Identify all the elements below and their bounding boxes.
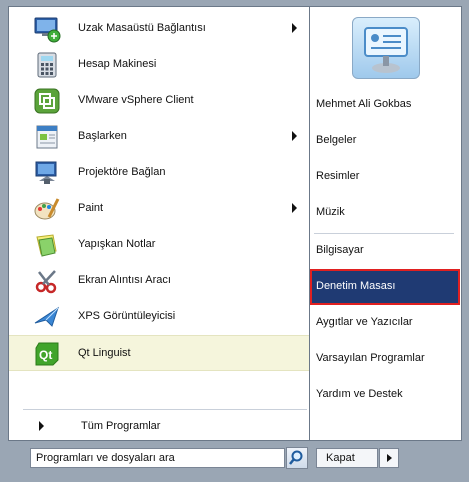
search-input[interactable]	[30, 448, 285, 468]
program-label: Ekran Alıntısı Aracı	[78, 274, 171, 286]
place-item-documents[interactable]: Belgeler	[310, 123, 460, 159]
places-pane: Mehmet Ali Gokbas Belgeler Resimler Müzi…	[310, 6, 462, 441]
program-label: Paint	[78, 202, 104, 214]
shutdown-options-arrow-icon[interactable]	[379, 448, 399, 468]
place-item-default-programs[interactable]: Varsayılan Programlar	[310, 341, 460, 377]
vmware-icon	[34, 88, 60, 114]
remote-desktop-icon	[34, 17, 61, 43]
submenu-arrow-icon	[292, 23, 297, 33]
all-programs-label: Tüm Programlar	[81, 420, 161, 432]
place-label: Resimler	[316, 170, 360, 182]
place-item-user[interactable]: Mehmet Ali Gokbas	[310, 87, 460, 123]
place-item-pictures[interactable]: Resimler	[310, 159, 460, 195]
program-label: Başlarken	[78, 130, 127, 142]
program-item-getting-started[interactable]: Başlarken	[9, 119, 309, 155]
program-label: Uzak Masaüstü Bağlantısı	[78, 22, 206, 34]
programs-pane: Uzak Masaüstü Bağlantısı Hesap Makinesi …	[8, 6, 310, 441]
xps-viewer-icon	[34, 306, 59, 327]
program-label: Hesap Makinesi	[78, 58, 157, 70]
programs-separator	[23, 409, 307, 410]
snipping-tool-icon	[35, 270, 57, 294]
paint-icon	[34, 198, 60, 220]
place-item-control-panel[interactable]: Denetim Masası	[310, 269, 460, 305]
place-item-help-support[interactable]: Yardım ve Destek	[310, 377, 460, 413]
program-label: Yapışkan Notlar	[78, 238, 156, 250]
search-button[interactable]	[286, 447, 308, 469]
program-label: Qt Linguist	[78, 347, 131, 359]
program-item-calculator[interactable]: Hesap Makinesi	[9, 47, 309, 83]
program-item-remote-desktop[interactable]: Uzak Masaüstü Bağlantısı	[9, 11, 309, 47]
program-item-xps-viewer[interactable]: XPS Görüntüleyicisi	[9, 299, 309, 335]
place-label: Aygıtlar ve Yazıcılar	[316, 316, 413, 328]
place-label: Mehmet Ali Gokbas	[316, 98, 412, 110]
place-label: Belgeler	[316, 134, 357, 146]
program-item-qt-linguist[interactable]: Qt Qt Linguist	[9, 335, 309, 371]
place-label: Denetim Masası	[316, 280, 396, 292]
place-item-music[interactable]: Müzik	[310, 195, 460, 231]
projector-icon	[35, 161, 57, 184]
program-item-snipping-tool[interactable]: Ekran Alıntısı Aracı	[9, 263, 309, 299]
all-programs-arrow-icon	[39, 421, 44, 431]
place-label: Yardım ve Destek	[316, 388, 403, 400]
place-item-computer[interactable]: Bilgisayar	[310, 233, 460, 269]
qt-linguist-icon: Qt	[35, 342, 59, 366]
program-item-projector[interactable]: Projektöre Bağlan	[9, 155, 309, 191]
sticky-notes-icon	[36, 234, 57, 257]
control-panel-icon	[364, 27, 408, 73]
place-label: Varsayılan Programlar	[316, 352, 425, 364]
user-picture[interactable]	[352, 17, 420, 79]
calculator-icon	[37, 52, 57, 78]
place-label: Bilgisayar	[316, 244, 364, 256]
search-row	[8, 444, 310, 474]
program-label: XPS Görüntüleyicisi	[78, 310, 176, 322]
place-item-devices-printers[interactable]: Aygıtlar ve Yazıcılar	[310, 305, 460, 341]
search-icon	[289, 450, 303, 465]
start-menu: Uzak Masaüstü Bağlantısı Hesap Makinesi …	[0, 0, 469, 482]
svg-text:Qt: Qt	[39, 348, 52, 362]
program-item-vmware[interactable]: VMware vSphere Client	[9, 83, 309, 119]
program-item-sticky-notes[interactable]: Yapışkan Notlar	[9, 227, 309, 263]
submenu-arrow-icon	[292, 131, 297, 141]
shutdown-button[interactable]: Kapat	[316, 448, 378, 468]
submenu-arrow-icon	[292, 203, 297, 213]
place-label: Müzik	[316, 206, 345, 218]
all-programs-button[interactable]: Tüm Programlar	[9, 413, 309, 439]
getting-started-icon	[36, 125, 58, 149]
program-label: Projektöre Bağlan	[78, 166, 166, 178]
program-label: VMware vSphere Client	[78, 94, 194, 106]
program-item-paint[interactable]: Paint	[9, 191, 309, 227]
